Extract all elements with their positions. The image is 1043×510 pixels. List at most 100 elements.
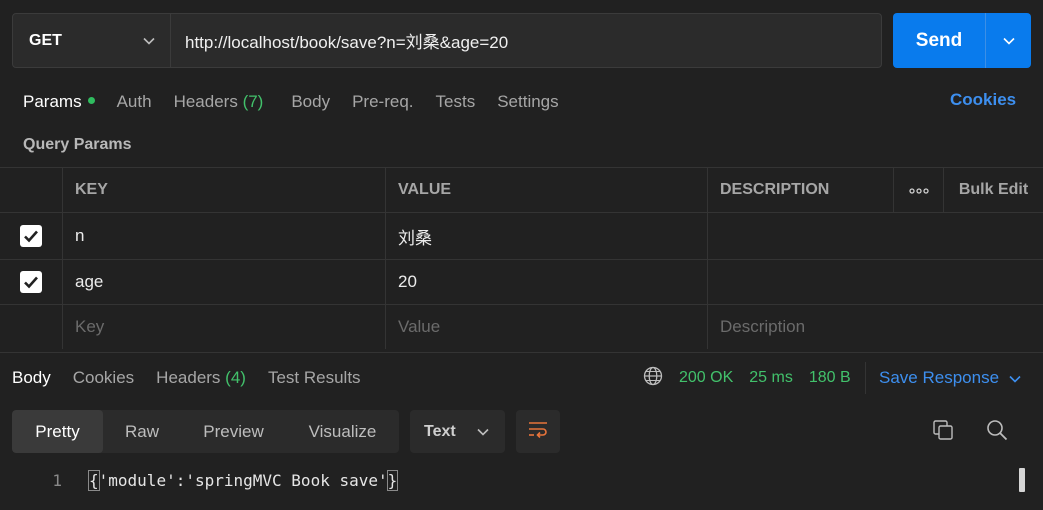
format-pretty[interactable]: Pretty [12, 410, 103, 453]
tab-headers[interactable]: Headers (7) [174, 92, 264, 112]
table-row: n 刘桑 [0, 213, 1043, 260]
header-check-cell [0, 168, 63, 212]
headers-count: (7) [242, 92, 264, 111]
wrap-lines-button[interactable] [516, 410, 560, 453]
tab-response-body[interactable]: Body [12, 368, 51, 388]
chevron-down-icon [1002, 32, 1015, 50]
tab-params[interactable]: Params [23, 92, 95, 112]
response-size[interactable]: 180 B [809, 369, 851, 387]
param-description-cell[interactable] [708, 260, 1043, 304]
headers-count: (4) [225, 368, 246, 387]
language-label: Text [424, 422, 456, 440]
tab-tests[interactable]: Tests [436, 92, 476, 112]
table-row: age 20 [0, 260, 1043, 305]
checkbox-checked-icon[interactable] [20, 225, 42, 247]
tab-label: Settings [497, 92, 559, 111]
bulk-edit-button[interactable]: Bulk Edit [944, 168, 1043, 212]
value-placeholder: Value [398, 317, 441, 336]
response-time[interactable]: 25 ms [749, 369, 793, 387]
tab-body[interactable]: Body [291, 92, 330, 112]
header-key: KEY [63, 168, 386, 212]
format-visualize[interactable]: Visualize [286, 410, 399, 453]
method-label: GET [29, 31, 62, 49]
more-horizontal-icon [908, 181, 929, 199]
scrollbar-thumb[interactable] [1019, 468, 1025, 492]
tab-auth[interactable]: Auth [117, 92, 152, 112]
copy-button[interactable] [928, 417, 958, 447]
param-description-cell[interactable] [708, 213, 1043, 259]
table-header-row: KEY VALUE DESCRIPTION Bulk Edit [0, 167, 1043, 213]
param-value: 20 [398, 272, 417, 291]
param-key: n [75, 226, 85, 245]
more-options-button[interactable] [893, 168, 944, 212]
url-input[interactable] [171, 14, 881, 67]
param-key-cell[interactable]: n [63, 213, 386, 259]
tab-label: Test Results [267, 368, 361, 387]
panel-divider[interactable] [0, 352, 1043, 353]
code-line[interactable]: 1 {'module':'springMVC Book save'} [0, 469, 1043, 493]
request-bar: GET [12, 13, 882, 68]
code-content[interactable]: {'module':'springMVC Book save'} [88, 469, 399, 493]
chevron-down-icon [1009, 368, 1021, 388]
tab-response-headers[interactable]: Headers (4) [156, 368, 246, 388]
code-string: 'module':'springMVC Book save' [98, 471, 388, 490]
param-value: 刘桑 [398, 228, 432, 248]
checkbox-checked-icon[interactable] [20, 271, 42, 293]
send-button[interactable]: Send [893, 13, 985, 68]
open-brace: { [88, 470, 100, 491]
tab-test-results[interactable]: Test Results [268, 368, 361, 388]
wrap-lines-icon [527, 420, 549, 443]
response-status: 200 OK 25 ms 180 B [643, 366, 851, 390]
format-raw[interactable]: Raw [103, 410, 181, 453]
tab-label: Cookies [72, 368, 135, 387]
param-key: age [75, 272, 104, 291]
save-response-button[interactable]: Save Response [879, 366, 1021, 390]
tab-pre-request[interactable]: Pre-req. [352, 92, 413, 112]
method-select[interactable]: GET [13, 14, 171, 67]
save-response-label: Save Response [879, 368, 1000, 387]
row-check-cell [0, 213, 63, 259]
search-button[interactable] [982, 417, 1012, 447]
close-brace: } [386, 470, 399, 491]
params-active-dot [87, 97, 95, 105]
row-check-cell [0, 260, 63, 304]
search-icon [986, 419, 1008, 446]
tab-label: Tests [435, 92, 476, 111]
param-key-cell[interactable]: age [63, 260, 386, 304]
status-separator [865, 362, 866, 394]
globe-icon[interactable] [643, 366, 663, 391]
table-row-new: Key Value Description [0, 305, 1043, 349]
tab-label: Body [12, 368, 51, 387]
send-options-button[interactable] [985, 13, 1031, 68]
tab-response-cookies[interactable]: Cookies [73, 368, 134, 388]
tab-label: Pre-req. [352, 92, 414, 111]
tab-label: Body [291, 92, 331, 111]
new-key-cell[interactable]: Key [63, 305, 386, 349]
request-tabs: Params Auth Headers (7) Body Pre-req. Te… [23, 90, 581, 114]
chevron-down-icon [477, 423, 489, 441]
send-button-group: Send [893, 13, 1031, 68]
tab-label: Headers [156, 368, 221, 387]
row-check-cell [0, 305, 63, 349]
param-value-cell[interactable]: 20 [386, 260, 708, 304]
response-tabs: Body Cookies Headers (4) Test Results [12, 366, 383, 390]
line-number: 1 [52, 471, 62, 490]
copy-icon [932, 419, 954, 446]
param-value-cell[interactable]: 刘桑 [386, 213, 708, 259]
header-description: DESCRIPTION [720, 181, 830, 198]
tab-settings[interactable]: Settings [497, 92, 558, 112]
tab-label: Params [23, 92, 82, 111]
format-preview[interactable]: Preview [181, 410, 286, 453]
header-value: VALUE [386, 168, 708, 212]
new-value-cell[interactable]: Value [386, 305, 708, 349]
cookies-link[interactable]: Cookies [950, 90, 1016, 110]
description-placeholder: Description [720, 317, 806, 336]
new-description-cell[interactable]: Description [708, 305, 1043, 349]
chevron-down-icon [142, 34, 156, 48]
tab-label: Headers [173, 92, 238, 111]
language-select[interactable]: Text [410, 410, 505, 453]
status-code[interactable]: 200 OK [679, 369, 733, 387]
tab-label: Auth [116, 92, 152, 111]
key-placeholder: Key [75, 317, 105, 336]
query-params-title: Query Params [23, 136, 132, 153]
